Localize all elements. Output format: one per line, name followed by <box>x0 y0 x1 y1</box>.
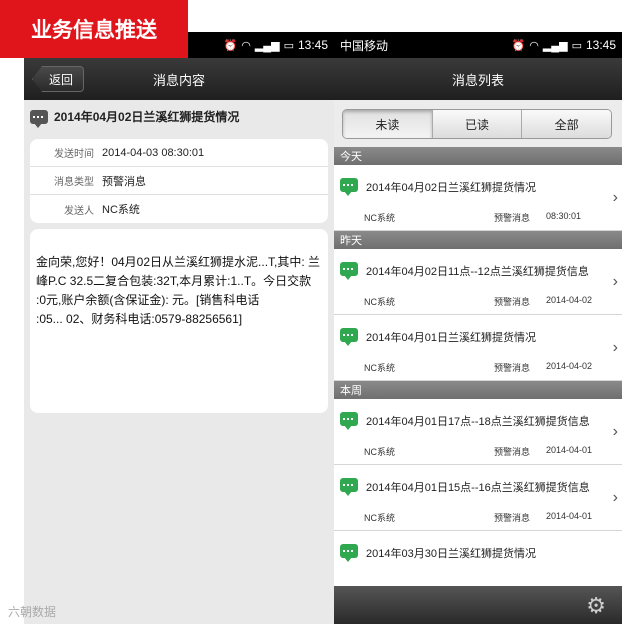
item-time: 08:30:01 <box>546 211 582 221</box>
item-sender: NC系统 <box>364 513 395 523</box>
back-button[interactable]: 返回 <box>32 66 85 92</box>
item-time: 2014-04-02 <box>546 361 593 371</box>
item-title: 2014年04月01日兰溪红狮提货情况 <box>366 332 536 344</box>
status-bar: 中国移动 ⏰ ◠ ▂▄▆ ▭ 13:45 <box>334 32 622 58</box>
item-type: 预警消息 <box>494 213 531 223</box>
item-time: 2014-04-01 <box>546 511 593 521</box>
item-sender: NC系统 <box>364 363 395 373</box>
gear-icon[interactable]: ⚙ <box>586 593 606 619</box>
tab-unread[interactable]: 未读 <box>343 110 433 138</box>
item-sender: NC系统 <box>364 297 395 307</box>
section-header: 今天 <box>334 147 622 165</box>
info-value: 预警消息 <box>102 175 146 188</box>
item-type: 预警消息 <box>494 297 531 307</box>
body-line: 金向荣,您好！04月02日从兰溪红狮提水泥...T,其中: 兰 <box>36 255 321 269</box>
message-icon <box>340 478 358 496</box>
message-icon <box>340 328 358 346</box>
info-key: 发送人 <box>64 205 94 217</box>
chevron-right-icon: › <box>612 189 618 206</box>
clock: 13:45 <box>297 38 328 52</box>
chevron-right-icon: › <box>612 489 618 506</box>
title-bar: 返回 消息内容 <box>24 58 334 100</box>
signal-icon: ▂▄▆ <box>254 39 280 52</box>
item-title: 2014年04月01日17点--18点兰溪红狮提货信息 <box>366 416 590 428</box>
battery-icon: ▭ <box>571 39 582 52</box>
info-value: NC系统 <box>102 204 140 216</box>
message-icon <box>340 544 358 562</box>
item-title: 2014年04月01日15点--16点兰溪红狮提货信息 <box>366 482 590 494</box>
list-item[interactable]: 2014年04月01日兰溪红狮提货情况 NC系统 预警消息 2014-04-02… <box>334 315 622 381</box>
filter-tabs: 未读 已读 全部 <box>342 109 612 139</box>
page-title: 消息内容 <box>152 72 205 88</box>
info-key: 消息类型 <box>54 177 94 188</box>
item-time: 2014-04-02 <box>546 295 593 305</box>
list-item[interactable]: 2014年04月01日17点--18点兰溪红狮提货信息 NC系统 预警消息 20… <box>334 399 622 465</box>
list-item[interactable]: 2014年04月02日兰溪红狮提货情况 NC系统 预警消息 08:30:01 › <box>334 165 622 231</box>
item-title: 2014年03月30日兰溪红狮提货情况 <box>366 548 536 560</box>
info-row: 发送时间 2014-04-03 08:30:01 <box>30 139 328 167</box>
bottom-bar: ⚙ <box>334 586 622 624</box>
item-type: 预警消息 <box>494 363 531 373</box>
message-list-screen: 中国移动 ⏰ ◠ ▂▄▆ ▭ 13:45 消息列表 未读 已读 全部 今天 20… <box>334 32 622 624</box>
item-type: 预警消息 <box>494 447 531 457</box>
wifi-icon: ◠ <box>529 39 539 52</box>
chevron-right-icon: › <box>612 273 618 290</box>
carrier-label: 中国移动 <box>340 38 389 53</box>
body-line: 峰P.C 32.5二复合包装:32T,本月累计:1..T。今日交款 <box>36 274 312 288</box>
item-sender: NC系统 <box>364 447 395 457</box>
message-detail-screen: ⏰ ◠ ▂▄▆ ▭ 13:45 返回 消息内容 2014年04月02日兰溪红狮提… <box>24 32 334 624</box>
brand-banner: 业务信息推送 <box>0 0 188 58</box>
info-key: 发送时间 <box>54 149 94 160</box>
alarm-icon: ⏰ <box>511 39 526 52</box>
info-row: 发送人 NC系统 <box>30 195 328 223</box>
section-header: 本周 <box>334 381 622 399</box>
message-icon <box>340 412 358 430</box>
message-icon <box>30 109 48 128</box>
section-header: 昨天 <box>334 231 622 249</box>
message-body: 金向荣,您好！04月02日从兰溪红狮提水泥...T,其中: 兰 峰P.C 32.… <box>30 229 328 413</box>
message-header: 2014年04月02日兰溪红狮提货情况 <box>24 100 334 133</box>
info-card: 发送时间 2014-04-03 08:30:01 消息类型 预警消息 发送人 N… <box>30 139 328 223</box>
tab-read[interactable]: 已读 <box>432 110 523 138</box>
message-title: 2014年04月02日兰溪红狮提货情况 <box>54 110 240 124</box>
list-item[interactable]: 2014年04月02日11点--12点兰溪红狮提货信息 NC系统 预警消息 20… <box>334 249 622 315</box>
item-sender: NC系统 <box>364 213 395 223</box>
item-time: 2014-04-01 <box>546 445 593 455</box>
tab-all[interactable]: 全部 <box>522 110 611 138</box>
chevron-right-icon: › <box>612 423 618 440</box>
signal-icon: ▂▄▆ <box>542 39 568 52</box>
message-icon <box>340 262 358 280</box>
item-title: 2014年04月02日11点--12点兰溪红狮提货信息 <box>366 266 589 278</box>
wifi-icon: ◠ <box>241 39 251 52</box>
body-line: :05... 02、财务科电话:0579-88256561] <box>36 312 243 326</box>
list-item[interactable]: 2014年04月01日15点--16点兰溪红狮提货信息 NC系统 预警消息 20… <box>334 465 622 531</box>
title-bar: 消息列表 <box>334 58 622 100</box>
info-row: 消息类型 预警消息 <box>30 167 328 195</box>
body-line: :0元,账户余额(含保证金): 元。[销售科电话 <box>36 293 260 307</box>
info-value: 2014-04-03 08:30:01 <box>102 146 205 159</box>
chevron-right-icon: › <box>612 339 618 356</box>
message-icon <box>340 178 358 196</box>
alarm-icon: ⏰ <box>223 39 238 52</box>
clock: 13:45 <box>585 38 616 52</box>
watermark: 六朝数据 <box>8 605 57 619</box>
item-type: 预警消息 <box>494 513 531 523</box>
battery-icon: ▭ <box>283 39 294 52</box>
item-title: 2014年04月02日兰溪红狮提货情况 <box>366 182 536 194</box>
page-title: 消息列表 <box>451 72 504 88</box>
